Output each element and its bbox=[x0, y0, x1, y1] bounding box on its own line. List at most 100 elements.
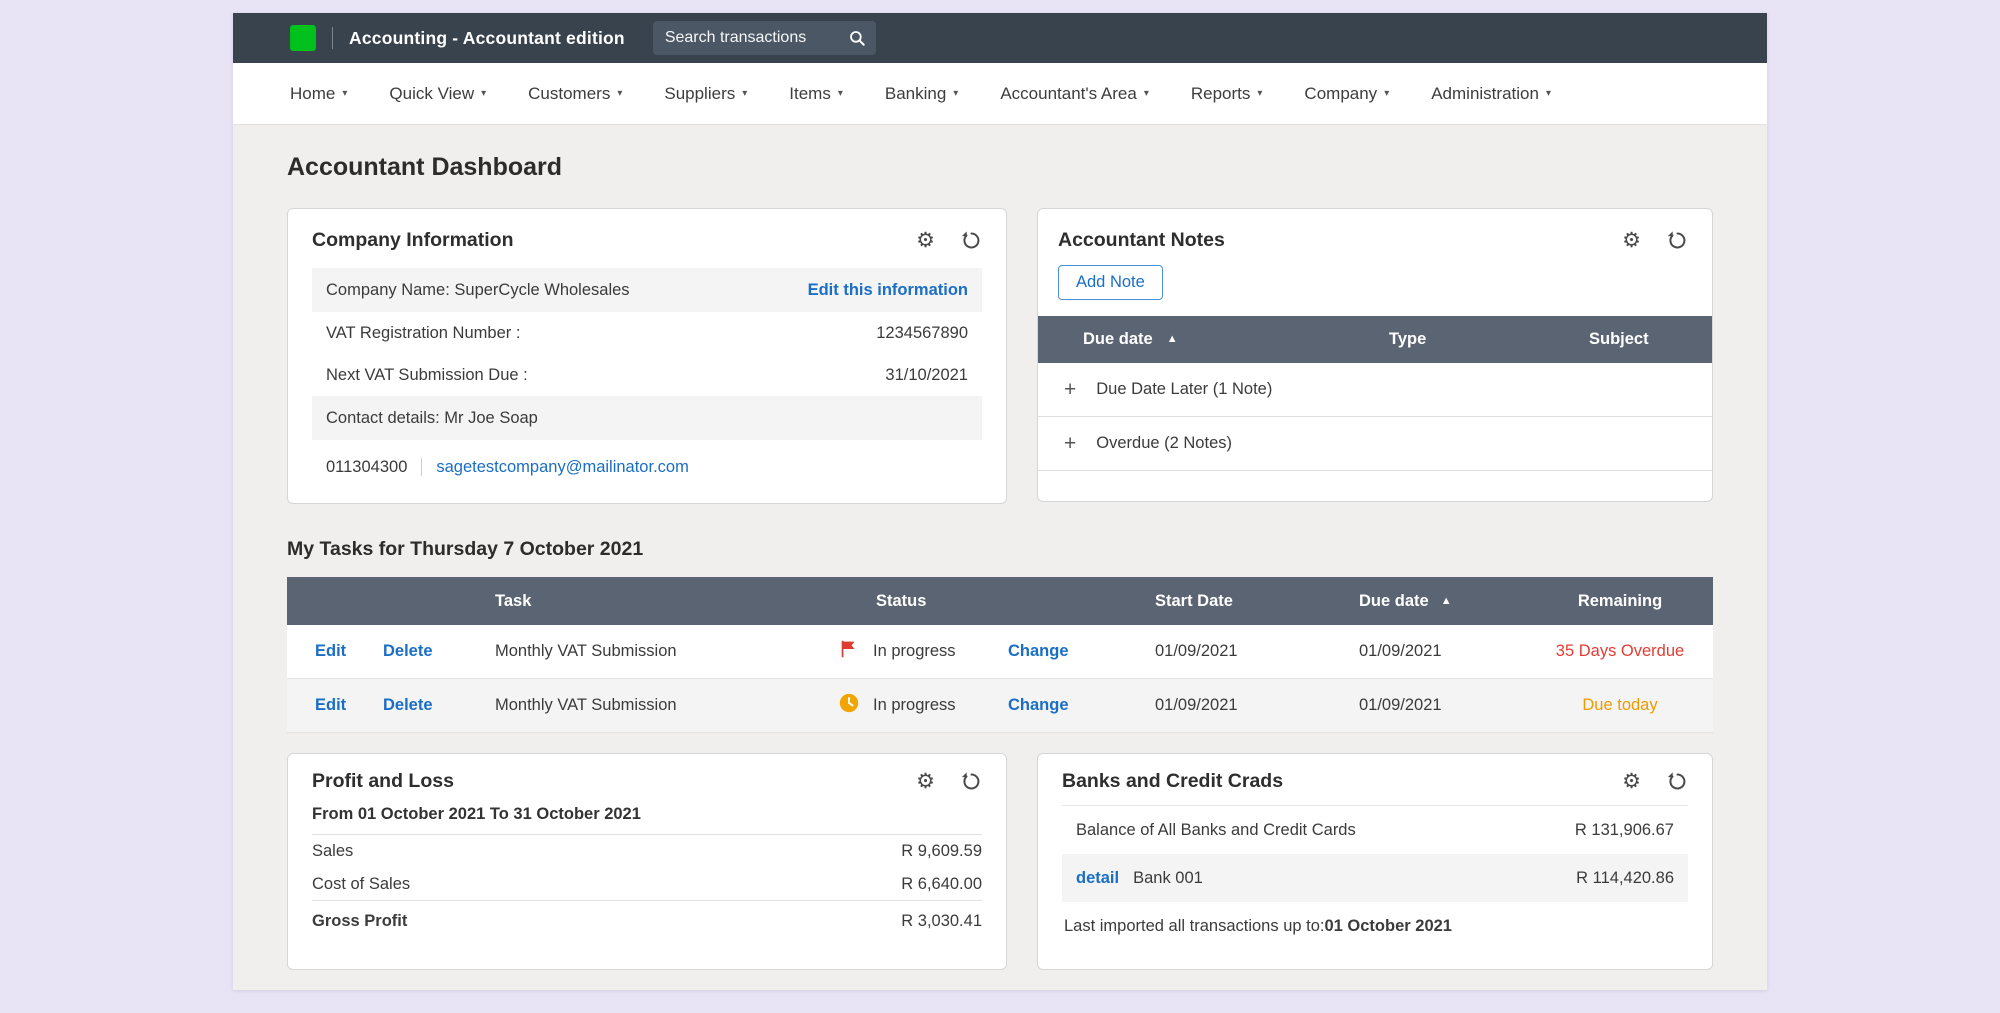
banks-title: Banks and Credit Crads bbox=[1062, 770, 1283, 793]
tasks-col-task: Task bbox=[495, 592, 838, 611]
notes-col-due-date[interactable]: Due date ▲ bbox=[1083, 330, 1389, 349]
app-title: Accounting - Accountant edition bbox=[349, 28, 625, 49]
search-icon[interactable] bbox=[848, 29, 866, 47]
task-name: Monthly VAT Submission bbox=[495, 696, 838, 715]
refresh-icon[interactable] bbox=[961, 230, 982, 251]
nav-item-label: Company bbox=[1304, 84, 1377, 104]
contact-details-row: Contact details: Mr Joe Soap bbox=[312, 396, 982, 440]
nav-item-items[interactable]: Items ▾ bbox=[789, 84, 843, 104]
note-group-label: Overdue (2 Notes) bbox=[1096, 434, 1232, 453]
bank-value: R 114,420.86 bbox=[1576, 869, 1674, 888]
task-status: In progress bbox=[873, 642, 956, 661]
chevron-down-icon: ▾ bbox=[742, 89, 747, 99]
gear-icon[interactable]: ⚙ bbox=[916, 230, 935, 251]
nav-item-label: Reports bbox=[1191, 84, 1251, 104]
bank-name: Bank 001 bbox=[1133, 869, 1203, 888]
nav-item-accountants-area[interactable]: Accountant's Area ▾ bbox=[1000, 84, 1149, 104]
nav-item-customers[interactable]: Customers ▾ bbox=[528, 84, 622, 104]
nav-item-label: Quick View bbox=[389, 84, 474, 104]
bank-detail-link[interactable]: detail bbox=[1076, 869, 1119, 888]
pl-value: R 9,609.59 bbox=[901, 842, 982, 861]
edit-task-link[interactable]: Edit bbox=[315, 696, 383, 715]
gear-icon[interactable]: ⚙ bbox=[1622, 771, 1641, 792]
task-row: Edit Delete Monthly VAT Submission In pr… bbox=[287, 679, 1713, 733]
vat-number-value: 1234567890 bbox=[876, 324, 968, 343]
refresh-icon[interactable] bbox=[961, 771, 982, 792]
pl-row-sales: Sales R 9,609.59 bbox=[312, 835, 982, 868]
banks-balance-label: Balance of All Banks and Credit Cards bbox=[1076, 821, 1356, 840]
gear-icon[interactable]: ⚙ bbox=[1622, 230, 1641, 251]
email-link[interactable]: sagetestcompany@mailinator.com bbox=[436, 458, 688, 477]
edit-task-link[interactable]: Edit bbox=[315, 642, 383, 661]
task-row: Edit Delete Monthly VAT Submission In pr… bbox=[287, 625, 1713, 679]
task-remaining: Due today bbox=[1527, 696, 1713, 715]
company-name-row: Company Name: SuperCycle Wholesales Edit… bbox=[312, 268, 982, 312]
task-start-date: 01/09/2021 bbox=[1155, 642, 1359, 661]
notes-table-header: Due date ▲ Type Subject bbox=[1038, 316, 1712, 363]
last-import-row: Last imported all transactions up to: 01… bbox=[1062, 902, 1688, 950]
chevron-down-icon: ▾ bbox=[1257, 89, 1262, 99]
profit-loss-card: Profit and Loss ⚙ From 01 October 2021 T… bbox=[287, 753, 1007, 970]
nav-item-label: Customers bbox=[528, 84, 610, 104]
expand-icon[interactable]: + bbox=[1064, 433, 1076, 454]
company-info-card: Company Information ⚙ Company Name: Supe… bbox=[287, 208, 1007, 504]
tasks-col-due-date[interactable]: Due date ▲ bbox=[1359, 592, 1527, 611]
note-group-overdue[interactable]: + Overdue (2 Notes) bbox=[1038, 417, 1712, 471]
bank-account-row: detail Bank 001 R 114,420.86 bbox=[1062, 854, 1688, 902]
nav-item-banking[interactable]: Banking ▾ bbox=[885, 84, 958, 104]
profit-loss-period: From 01 October 2021 To 31 October 2021 bbox=[312, 793, 982, 835]
change-status-link[interactable]: Change bbox=[1008, 696, 1155, 715]
nav-item-company[interactable]: Company ▾ bbox=[1304, 84, 1389, 104]
task-name: Monthly VAT Submission bbox=[495, 642, 838, 661]
phone-email-row: 011304300 sagetestcompany@mailinator.com bbox=[312, 444, 982, 490]
delete-task-link[interactable]: Delete bbox=[383, 642, 495, 661]
chevron-down-icon: ▾ bbox=[838, 89, 843, 99]
search-input[interactable] bbox=[665, 29, 848, 47]
contact-details: Contact details: Mr Joe Soap bbox=[326, 409, 538, 428]
profit-loss-title: Profit and Loss bbox=[312, 770, 454, 793]
gear-icon[interactable]: ⚙ bbox=[916, 771, 935, 792]
notes-col-subject: Subject bbox=[1589, 330, 1712, 349]
flag-icon bbox=[838, 638, 860, 665]
delete-task-link[interactable]: Delete bbox=[383, 696, 495, 715]
search-box[interactable] bbox=[653, 21, 876, 55]
vat-due-row: Next VAT Submission Due : 31/10/2021 bbox=[312, 354, 982, 396]
tasks-heading: My Tasks for Thursday 7 October 2021 bbox=[287, 538, 1713, 561]
nav-item-label: Suppliers bbox=[664, 84, 735, 104]
refresh-icon[interactable] bbox=[1667, 230, 1688, 251]
banks-balance-value: R 131,906.67 bbox=[1575, 821, 1674, 840]
nav-item-suppliers[interactable]: Suppliers ▾ bbox=[664, 84, 747, 104]
task-remaining: 35 Days Overdue bbox=[1527, 642, 1713, 661]
nav-item-reports[interactable]: Reports ▾ bbox=[1191, 84, 1263, 104]
nav-item-label: Administration bbox=[1431, 84, 1539, 104]
pl-label: Sales bbox=[312, 842, 353, 861]
edit-info-link[interactable]: Edit this information bbox=[808, 281, 968, 300]
nav-item-label: Items bbox=[789, 84, 831, 104]
sage-logo bbox=[290, 25, 316, 51]
accountant-notes-title: Accountant Notes bbox=[1058, 229, 1225, 252]
task-due-date: 01/09/2021 bbox=[1359, 642, 1527, 661]
expand-icon[interactable]: + bbox=[1064, 379, 1076, 400]
vat-due-value: 31/10/2021 bbox=[885, 366, 968, 385]
main-nav: Home ▾ Quick View ▾ Customers ▾ Supplier… bbox=[233, 63, 1767, 125]
tasks-col-start-date: Start Date bbox=[1155, 592, 1359, 611]
nav-item-label: Home bbox=[290, 84, 335, 104]
pl-row-gross-profit: Gross Profit R 3,030.41 bbox=[312, 901, 982, 941]
note-group-due-later[interactable]: + Due Date Later (1 Note) bbox=[1038, 363, 1712, 417]
chevron-down-icon: ▾ bbox=[617, 89, 622, 99]
nav-item-quick-view[interactable]: Quick View ▾ bbox=[389, 84, 486, 104]
pl-total-value: R 3,030.41 bbox=[901, 912, 982, 931]
change-status-link[interactable]: Change bbox=[1008, 642, 1155, 661]
add-note-button[interactable]: Add Note bbox=[1058, 265, 1163, 300]
clock-icon bbox=[838, 692, 860, 719]
sort-asc-icon: ▲ bbox=[1441, 596, 1452, 607]
tasks-col-status: Status bbox=[838, 592, 1008, 611]
company-name: Company Name: SuperCycle Wholesales bbox=[326, 281, 630, 300]
accountant-notes-card: Accountant Notes ⚙ Add Note bbox=[1037, 208, 1713, 502]
refresh-icon[interactable] bbox=[1667, 771, 1688, 792]
nav-item-home[interactable]: Home ▾ bbox=[290, 84, 347, 104]
pl-value: R 6,640.00 bbox=[901, 875, 982, 894]
nav-item-administration[interactable]: Administration ▾ bbox=[1431, 84, 1551, 104]
divider bbox=[421, 458, 422, 476]
last-import-date: 01 October 2021 bbox=[1324, 917, 1452, 936]
